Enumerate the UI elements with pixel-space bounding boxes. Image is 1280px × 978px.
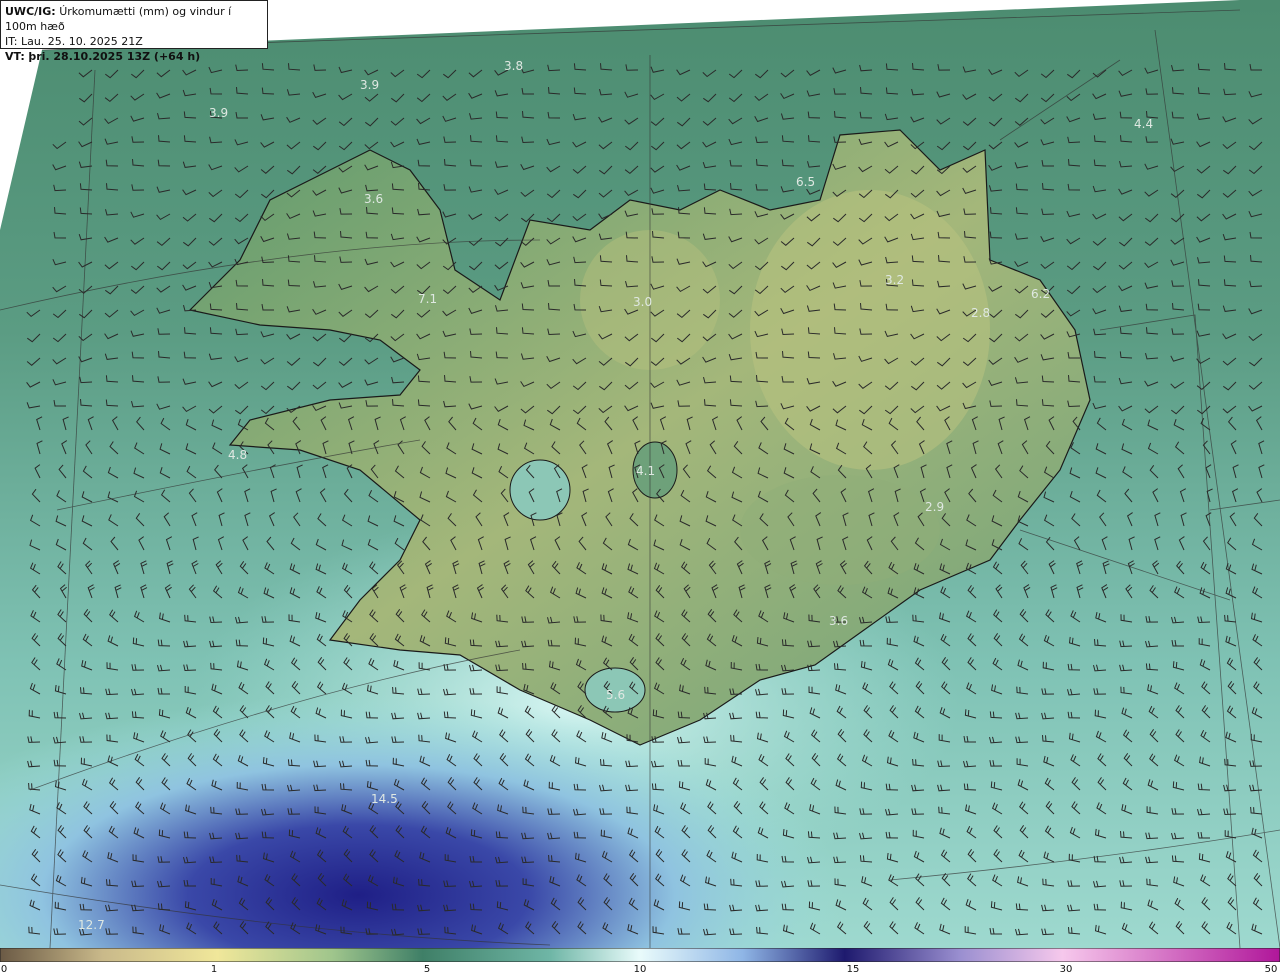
- precip-value: 6.2: [1031, 287, 1050, 301]
- valid-time-line: VT: þri. 28.10.2025 13Z (+64 h): [5, 49, 263, 64]
- precip-value: 5.6: [606, 688, 625, 702]
- precip-value: 6.5: [796, 175, 815, 189]
- precip-value: 14.5: [371, 792, 398, 806]
- precip-value: 2.9: [925, 500, 944, 514]
- precip-value: 3.9: [360, 78, 379, 92]
- colorbar-tick: 5: [423, 964, 431, 975]
- colorbar-tick: 30: [1059, 964, 1073, 975]
- precip-value: 3.9: [209, 106, 228, 120]
- title-line: UWC/IG: Úrkomumætti (mm) og vindur í 100…: [5, 4, 263, 34]
- precip-value: 4.8: [228, 448, 247, 462]
- precip-value: 2.8: [971, 306, 990, 320]
- precip-value: 7.1: [418, 292, 437, 306]
- precip-value: 3.0: [633, 295, 652, 309]
- precip-value: 4.4: [1134, 117, 1153, 131]
- precip-value: 12.7: [78, 918, 105, 932]
- colorbar-tick: 1: [210, 964, 218, 975]
- precip-value: 3.6: [364, 192, 383, 206]
- colorbar-tick: 0: [0, 964, 8, 975]
- colorbar: [0, 948, 1280, 962]
- model-label: UWC/IG:: [5, 5, 56, 18]
- initial-time: IT: Lau. 25. 10. 2025 21Z: [5, 35, 143, 48]
- precip-value: 3.8: [504, 59, 523, 73]
- precip-value: 4.1: [636, 464, 655, 478]
- colorbar-tick: 50: [1264, 964, 1278, 975]
- colorbar-tick: 10: [633, 964, 647, 975]
- precip-value: 3.2: [885, 273, 904, 287]
- precip-value: 3.6: [829, 614, 848, 628]
- valid-label: VT:: [5, 50, 25, 63]
- colorbar-ticks: 0 1 5 10 15 30 50: [0, 962, 1280, 978]
- map-info-box: UWC/IG: Úrkomumætti (mm) og vindur í 100…: [0, 0, 268, 63]
- colorbar-tick: 15: [846, 964, 860, 975]
- valid-time: þri. 28.10.2025 13Z (+64 h): [28, 50, 201, 63]
- precipitation-wind-map[interactable]: 3.8 3.9 3.9 4.4 3.6 6.5 3.2 6.2 2.8 7.1 …: [0, 0, 1280, 948]
